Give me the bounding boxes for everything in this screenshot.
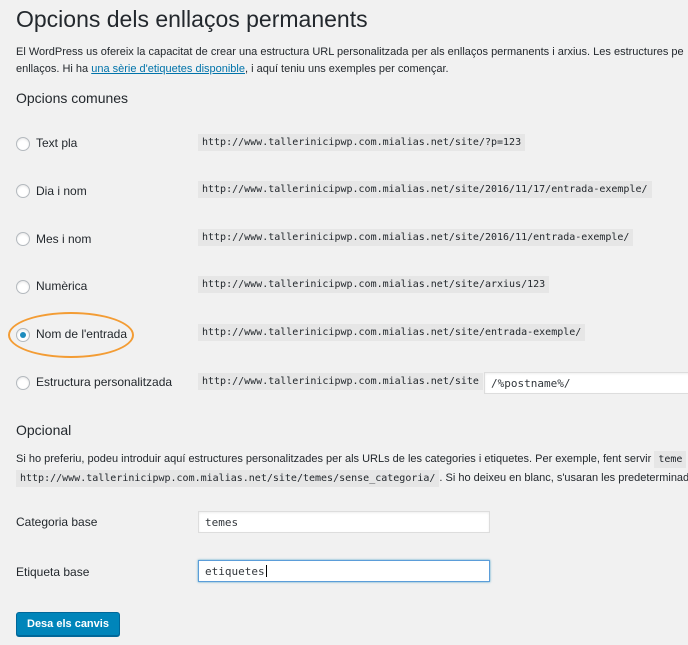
example-url-numerica: http://www.tallerinicipwp.com.mialias.ne… xyxy=(198,276,550,293)
category-base-label: Categoria base xyxy=(16,515,98,529)
category-base-input[interactable]: temes xyxy=(198,511,490,533)
optional-heading: Opcional xyxy=(16,422,72,438)
intro-text-after: , i aquí teniu uns exemples per començar… xyxy=(244,63,449,75)
example-url-mes-i-nom: http://www.tallerinicipwp.com.mialias.ne… xyxy=(198,229,634,246)
radio-text-pla[interactable] xyxy=(16,137,30,151)
tag-base-value: etiquetes xyxy=(205,565,265,578)
radio-nom-de-lentrada[interactable] xyxy=(16,328,30,342)
intro-line-2: enllaços. Hi ha una sèrie d'etiquetes di… xyxy=(16,61,688,78)
option-label-dia-i-nom: Dia i nom xyxy=(36,184,87,198)
page-title: Opcions dels enllaços permanents xyxy=(16,6,368,32)
option-label-text-pla: Text pla xyxy=(36,136,78,150)
optional-desc-code-2: http://www.tallerinicipwp.com.mialias.ne… xyxy=(16,470,440,487)
intro-text: El WordPress us ofereix la capacitat de … xyxy=(16,44,688,78)
intro-text-before: enllaços. Hi ha xyxy=(16,63,92,75)
optional-description-line-2: http://www.tallerinicipwp.com.mialias.ne… xyxy=(16,470,688,487)
example-url-dia-i-nom: http://www.tallerinicipwp.com.mialias.ne… xyxy=(198,181,652,198)
custom-structure-input[interactable]: /%postname%/ xyxy=(484,372,688,394)
example-url-text-pla: http://www.tallerinicipwp.com.mialias.ne… xyxy=(198,134,526,151)
option-label-estructura-personalitzada: Estructura personalitzada xyxy=(36,375,173,389)
example-url-nom-de-lentrada: http://www.tallerinicipwp.com.mialias.ne… xyxy=(198,324,586,341)
intro-line-1: El WordPress us ofereix la capacitat de … xyxy=(16,46,684,58)
radio-numerica[interactable] xyxy=(16,280,30,294)
optional-description-line-1: Si ho preferiu, podeu introduir aquí est… xyxy=(16,451,687,468)
radio-estructura-personalitzada[interactable] xyxy=(16,376,30,390)
tags-help-link[interactable]: una sèrie d'etiquetes disponible xyxy=(91,63,245,75)
optional-desc-text-1: Si ho preferiu, podeu introduir aquí est… xyxy=(16,453,652,465)
option-label-mes-i-nom: Mes i nom xyxy=(36,232,92,246)
radio-dia-i-nom[interactable] xyxy=(16,184,30,198)
tag-base-label: Etiqueta base xyxy=(16,565,90,579)
optional-desc-text-2: . Si ho deixeu en blanc, s'usaran les pr… xyxy=(439,472,688,484)
tag-base-input[interactable]: etiquetes xyxy=(198,560,490,582)
example-url-prefix-custom: http://www.tallerinicipwp.com.mialias.ne… xyxy=(198,373,483,390)
option-label-nom-de-lentrada: Nom de l'entrada xyxy=(36,327,128,341)
text-caret xyxy=(265,565,267,577)
radio-mes-i-nom[interactable] xyxy=(16,232,30,246)
common-settings-heading: Opcions comunes xyxy=(16,90,129,106)
save-changes-button[interactable]: Desa els canvis xyxy=(16,612,120,636)
optional-desc-code-1: teme xyxy=(654,451,687,468)
option-label-numerica: Numèrica xyxy=(36,279,88,293)
